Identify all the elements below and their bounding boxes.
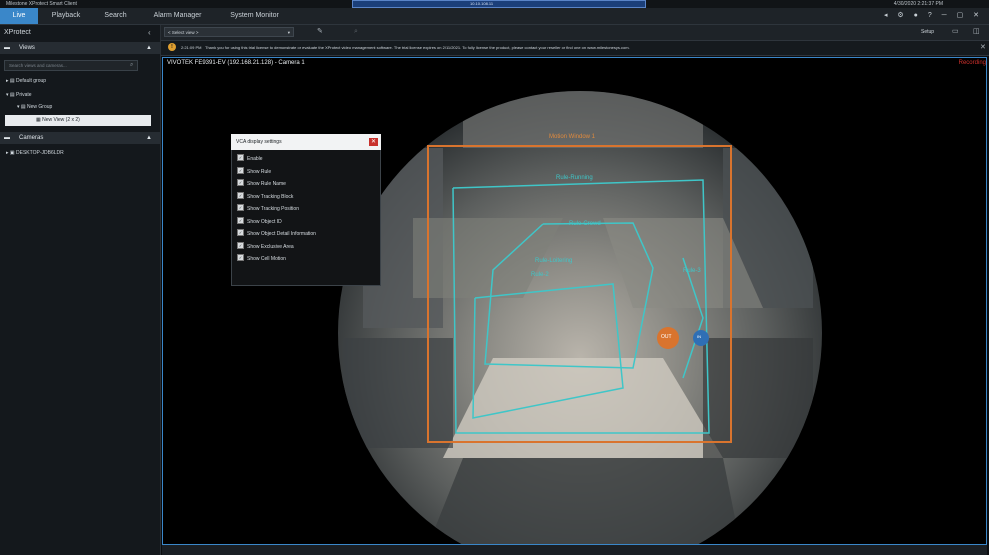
out-label: OUT <box>661 334 672 340</box>
vca-option[interactable]: ✓ Show Cell Motion <box>237 254 286 264</box>
notice-time: 2:21:09 PM <box>181 45 202 50</box>
tree-item-new-group[interactable]: ▾ ▤ New Group <box>17 103 52 112</box>
tab-search[interactable]: Search <box>93 8 138 24</box>
tree-label: New View (2 x 2) <box>42 117 80 123</box>
search-icon[interactable]: ⌕ <box>130 60 133 71</box>
checkbox[interactable]: ✓ <box>237 254 244 262</box>
vca-option-label: Show Object Detail Information <box>247 231 316 237</box>
tree-item-private[interactable]: ▾ ▤ Private <box>6 91 32 100</box>
rule-running-label: Rule-Running <box>556 175 593 181</box>
tree-label: DESKTOP-JDB6LDR <box>16 150 64 156</box>
checkbox[interactable]: ✓ <box>237 179 244 187</box>
close-icon[interactable]: ✕ <box>369 138 378 146</box>
rule-crowd-label: Rule-Crowd <box>569 221 601 227</box>
tree-item-default-group[interactable]: ▸ ▤ Default group <box>6 77 46 86</box>
folder-icon: ▤ <box>20 104 26 110</box>
vca-dialog-title: VCA display settings <box>236 139 282 145</box>
horizontal-scrollbar[interactable] <box>162 545 987 555</box>
select-view-label: < Select view > <box>168 30 199 35</box>
folder-group-icon: ▤ <box>9 78 15 84</box>
rule-loitering-label: Rule-Loitering <box>535 258 573 264</box>
vca-option-label: Show Object ID <box>247 218 282 225</box>
camera-title: VIVOTEK FE9391-EV (192.168.21.128) - Cam… <box>167 60 305 66</box>
checkbox[interactable]: ✓ <box>237 191 244 199</box>
view-icon: ▦ <box>36 117 41 123</box>
app-title: Milestone XProtect Smart Client <box>6 1 77 7</box>
remote-session-address: 10.10.108.11 <box>470 1 494 6</box>
expand-icon[interactable]: ▸ <box>6 78 9 84</box>
tab-playback[interactable]: Playback <box>40 8 92 24</box>
tree-label: New Group <box>27 104 53 110</box>
checkbox[interactable]: ✓ <box>237 154 244 162</box>
expand-icon[interactable]: ▸ <box>6 150 9 156</box>
cameras-header-label: Cameras <box>19 135 44 141</box>
vca-option[interactable]: ✓ Show Rule <box>237 166 272 177</box>
remote-session-bar[interactable] <box>352 0 646 8</box>
vca-option[interactable]: ✓ Show Rule Name <box>237 179 286 189</box>
views-section-header[interactable]: ▬ Views ▲ <box>0 42 160 54</box>
vca-option-label: Show Rule Name <box>247 181 286 187</box>
collapse-views-icon: ▬ <box>4 45 10 51</box>
tab-live[interactable]: Live <box>0 8 38 24</box>
notice-text: Thank you for using this trial license t… <box>205 45 630 50</box>
vca-option[interactable]: ✓ Show Tracking Block <box>237 191 294 202</box>
collapse-cameras-icon: ▬ <box>4 135 10 141</box>
vca-option-label: Show Tracking Position <box>247 206 299 212</box>
vca-option-label: Enable <box>247 156 263 162</box>
tree-label: Private <box>16 92 32 98</box>
vca-option[interactable]: ✓ Show Object ID <box>237 216 282 227</box>
rule-3-label: Rule-3 <box>683 268 701 274</box>
checkbox[interactable]: ✓ <box>237 216 244 224</box>
recording-indicator: Recording <box>958 60 986 66</box>
collapse-sidebar-icon[interactable]: ‹ <box>148 26 151 40</box>
chevron-up-icon: ▲ <box>146 135 152 141</box>
collapse-icon[interactable]: ▾ <box>17 104 20 110</box>
window-toolbar-icons[interactable]: ◂ ⚙ ● ? ─ ▢ ✕ <box>884 8 983 24</box>
folder-group-icon: ▤ <box>9 92 15 98</box>
checkbox[interactable]: ✓ <box>237 241 244 249</box>
close-notice-icon[interactable]: ✕ <box>980 43 986 52</box>
tab-system-monitor[interactable]: System Monitor <box>217 8 292 24</box>
rule-2-label: Rule-2 <box>531 272 549 278</box>
tree-item-server[interactable]: ▸ ▣ DESKTOP-JDB6LDR <box>6 149 64 158</box>
server-icon: ▣ <box>9 150 15 156</box>
select-view-dropdown[interactable]: < Select view > ▾ <box>164 27 294 37</box>
views-header-label: Views <box>19 45 35 51</box>
in-marker <box>693 330 709 346</box>
chevron-down-icon: ▾ <box>287 30 290 35</box>
chevron-up-icon: ▲ <box>146 45 152 51</box>
fisheye-video <box>338 91 822 544</box>
camera-viewport[interactable]: Motion Window 1 Rule-Running Rule-Crowd … <box>162 57 987 545</box>
product-name: XProtect <box>4 29 31 36</box>
setup-button[interactable]: Setup <box>921 26 934 38</box>
vca-option[interactable]: ✓ Enable <box>237 154 263 164</box>
edit-view-icon[interactable]: ✎ <box>317 27 323 37</box>
vca-option-label: Show Exclusive Area <box>247 243 294 250</box>
fullscreen-icon[interactable]: ▭ <box>952 26 959 38</box>
vca-option[interactable]: ✓ Show Exclusive Area <box>237 241 294 252</box>
clock: 4/30/2020 2:21:37 PM <box>893 1 943 7</box>
window-icon[interactable]: ◫ <box>973 26 980 38</box>
tree-label: Default group <box>16 78 47 84</box>
vca-option-label: Show Rule <box>247 168 272 175</box>
vca-option-label: Show Tracking Block <box>247 193 294 200</box>
vca-option-label: Show Cell Motion <box>247 256 286 262</box>
checkbox[interactable]: ✓ <box>237 166 244 174</box>
motion-window-label: Motion Window 1 <box>549 134 596 140</box>
tree-item-new-view[interactable]: ▦ New View (2 x 2) <box>36 116 80 125</box>
vca-option[interactable]: ✓ Show Tracking Position <box>237 204 299 214</box>
tab-alarm-manager[interactable]: Alarm Manager <box>139 8 216 24</box>
in-label: IN <box>697 334 701 339</box>
search-views-input[interactable]: Search views and cameras... <box>4 60 138 71</box>
warning-icon: ! <box>168 43 176 51</box>
collapse-icon[interactable]: ▾ <box>6 92 9 98</box>
checkbox[interactable]: ✓ <box>237 204 244 212</box>
vca-option[interactable]: ✓ Show Object Detail Information <box>237 229 316 239</box>
search-view-icon[interactable]: ⌕ <box>354 27 358 37</box>
checkbox[interactable]: ✓ <box>237 229 244 237</box>
cameras-section-header[interactable]: ▬ Cameras ▲ <box>0 132 160 144</box>
